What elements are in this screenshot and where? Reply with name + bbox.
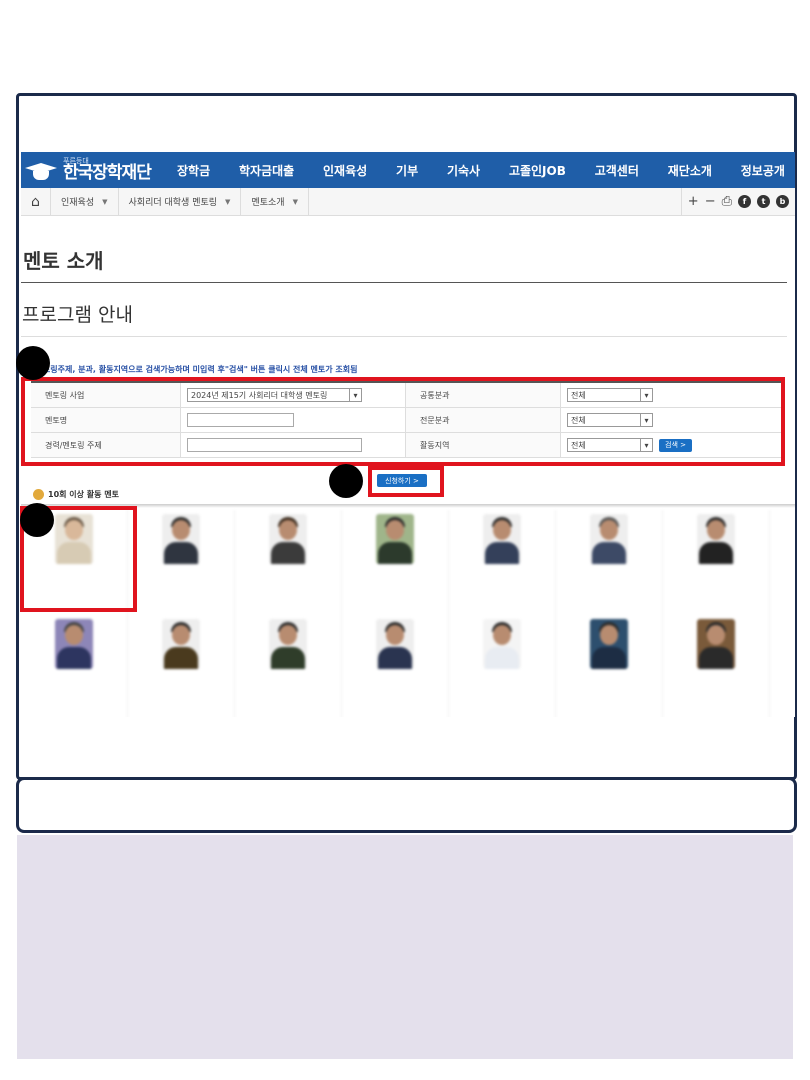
breadcrumb-label: 멘토소개 [251,198,285,208]
mentor-info [350,675,440,683]
menu-item-donation[interactable]: 기부 [396,162,418,179]
mentor-card[interactable] [235,510,342,615]
blog-icon[interactable]: b [776,195,789,208]
mentor-info [136,675,226,683]
mentor-card[interactable] [342,510,449,615]
page-tools: + − ⎙ f t b [680,187,795,216]
mentor-info [243,570,333,578]
home-icon[interactable]: ⌂ [21,187,51,216]
mentor-info [457,675,547,683]
mentor-card[interactable] [556,510,663,615]
section-title: 프로그램 안내 [22,304,133,326]
divider [21,282,787,283]
zoom-out-icon[interactable]: − [705,195,716,208]
menu-item-dormitory[interactable]: 기숙사 [447,162,480,179]
caret-down-icon: ▼ [225,197,231,206]
main-menu: 장학금 학자금대출 인재육성 기부 기숙사 고졸인JOB 고객센터 재단소개 정… [171,162,795,179]
top-navigation: 푸른등대 한국장학재단 장학금 학자금대출 인재육성 기부 기숙사 고졸인JOB… [21,152,795,188]
menu-item-talent[interactable]: 인재육성 [323,162,367,179]
mentor-info [457,570,547,578]
mentor-card[interactable] [449,510,556,615]
mentor-card[interactable] [449,615,556,717]
breadcrumb-label: 인재육성 [61,198,95,208]
mentor-info [29,675,119,683]
mentor-card[interactable] [556,615,663,717]
menu-item-loan[interactable]: 학자금대출 [239,162,294,179]
mentor-photo [590,514,628,564]
caret-down-icon: ▼ [292,197,298,206]
step-marker [16,346,50,380]
mentor-photo [697,619,735,669]
site-logo[interactable]: 푸른등대 한국장학재단 [21,158,171,182]
breadcrumb-item-talent[interactable]: 인재육성 ▼ [51,187,119,216]
menu-item-about[interactable]: 재단소개 [668,162,712,179]
mentor-row [21,615,795,717]
mentor-card[interactable] [128,510,235,615]
page-title: 멘토 소개 [23,249,104,273]
mentor-card[interactable] [128,615,235,717]
breadcrumb: ⌂ 인재육성 ▼ 사회리더 대학생 멘토링 ▼ 멘토소개 ▼ + − ⎙ f t b [21,187,795,216]
graduation-cap-icon [25,159,57,181]
mentor-photo [376,514,414,564]
logo-title: 한국장학재단 [63,163,152,183]
caret-down-icon: ▼ [102,197,108,206]
mentor-info [671,570,761,578]
mentor-photo [697,514,735,564]
mentor-photo [376,619,414,669]
mentor-card[interactable] [663,510,770,615]
breadcrumb-label: 사회리더 대학생 멘토링 [128,198,218,208]
mentor-info [564,675,654,683]
mentor-photo [162,619,200,669]
mentor-photo [590,619,628,669]
print-icon[interactable]: ⎙ [722,195,732,208]
lavender-panel [17,835,793,1059]
mentor-card[interactable] [235,615,342,717]
search-form-highlight [21,377,785,466]
search-notice: ※ 멘토링주제, 분과, 활동지역으로 검색가능하며 미입력 후"검색" 버튼 … [25,365,358,374]
mentor-card[interactable] [342,615,449,717]
mentor-section-title: 10회 이상 활동 멘토 [48,490,120,499]
mentor-photo [269,514,307,564]
mentor-photo [483,619,521,669]
mentor-photo [483,514,521,564]
mentor-card[interactable] [21,615,128,717]
step-marker [329,464,363,498]
mentor-info [350,570,440,578]
divider [21,504,795,508]
mentor-info [564,570,654,578]
mentor-photo [162,514,200,564]
breadcrumb-item-mentoring[interactable]: 사회리더 대학생 멘토링 ▼ [119,187,242,216]
mentor-info [136,570,226,578]
mentor-photo [55,619,93,669]
mentor-photo [269,619,307,669]
mentor-card[interactable] [663,615,770,717]
medal-icon [33,489,44,500]
mentor-info [671,675,761,683]
mentor-grid [21,510,795,717]
apply-button-highlight [368,466,444,497]
menu-item-job[interactable]: 고졸인JOB [509,162,566,179]
breadcrumb-item-mentor-intro[interactable]: 멘토소개 ▼ [241,187,309,216]
mentor-row [21,510,795,615]
divider [21,336,787,337]
menu-item-customer-center[interactable]: 고객센터 [595,162,639,179]
mentor-info [243,675,333,683]
facebook-icon[interactable]: f [738,195,751,208]
zoom-in-icon[interactable]: + [688,195,699,208]
menu-item-disclosure[interactable]: 정보공개 [741,162,785,179]
mentor-section-header: 10회 이상 활동 멘토 [33,489,119,500]
step-marker [20,503,54,537]
menu-item-scholarship[interactable]: 장학금 [177,162,210,179]
caption-box [16,777,797,833]
twitter-icon[interactable]: t [757,195,770,208]
